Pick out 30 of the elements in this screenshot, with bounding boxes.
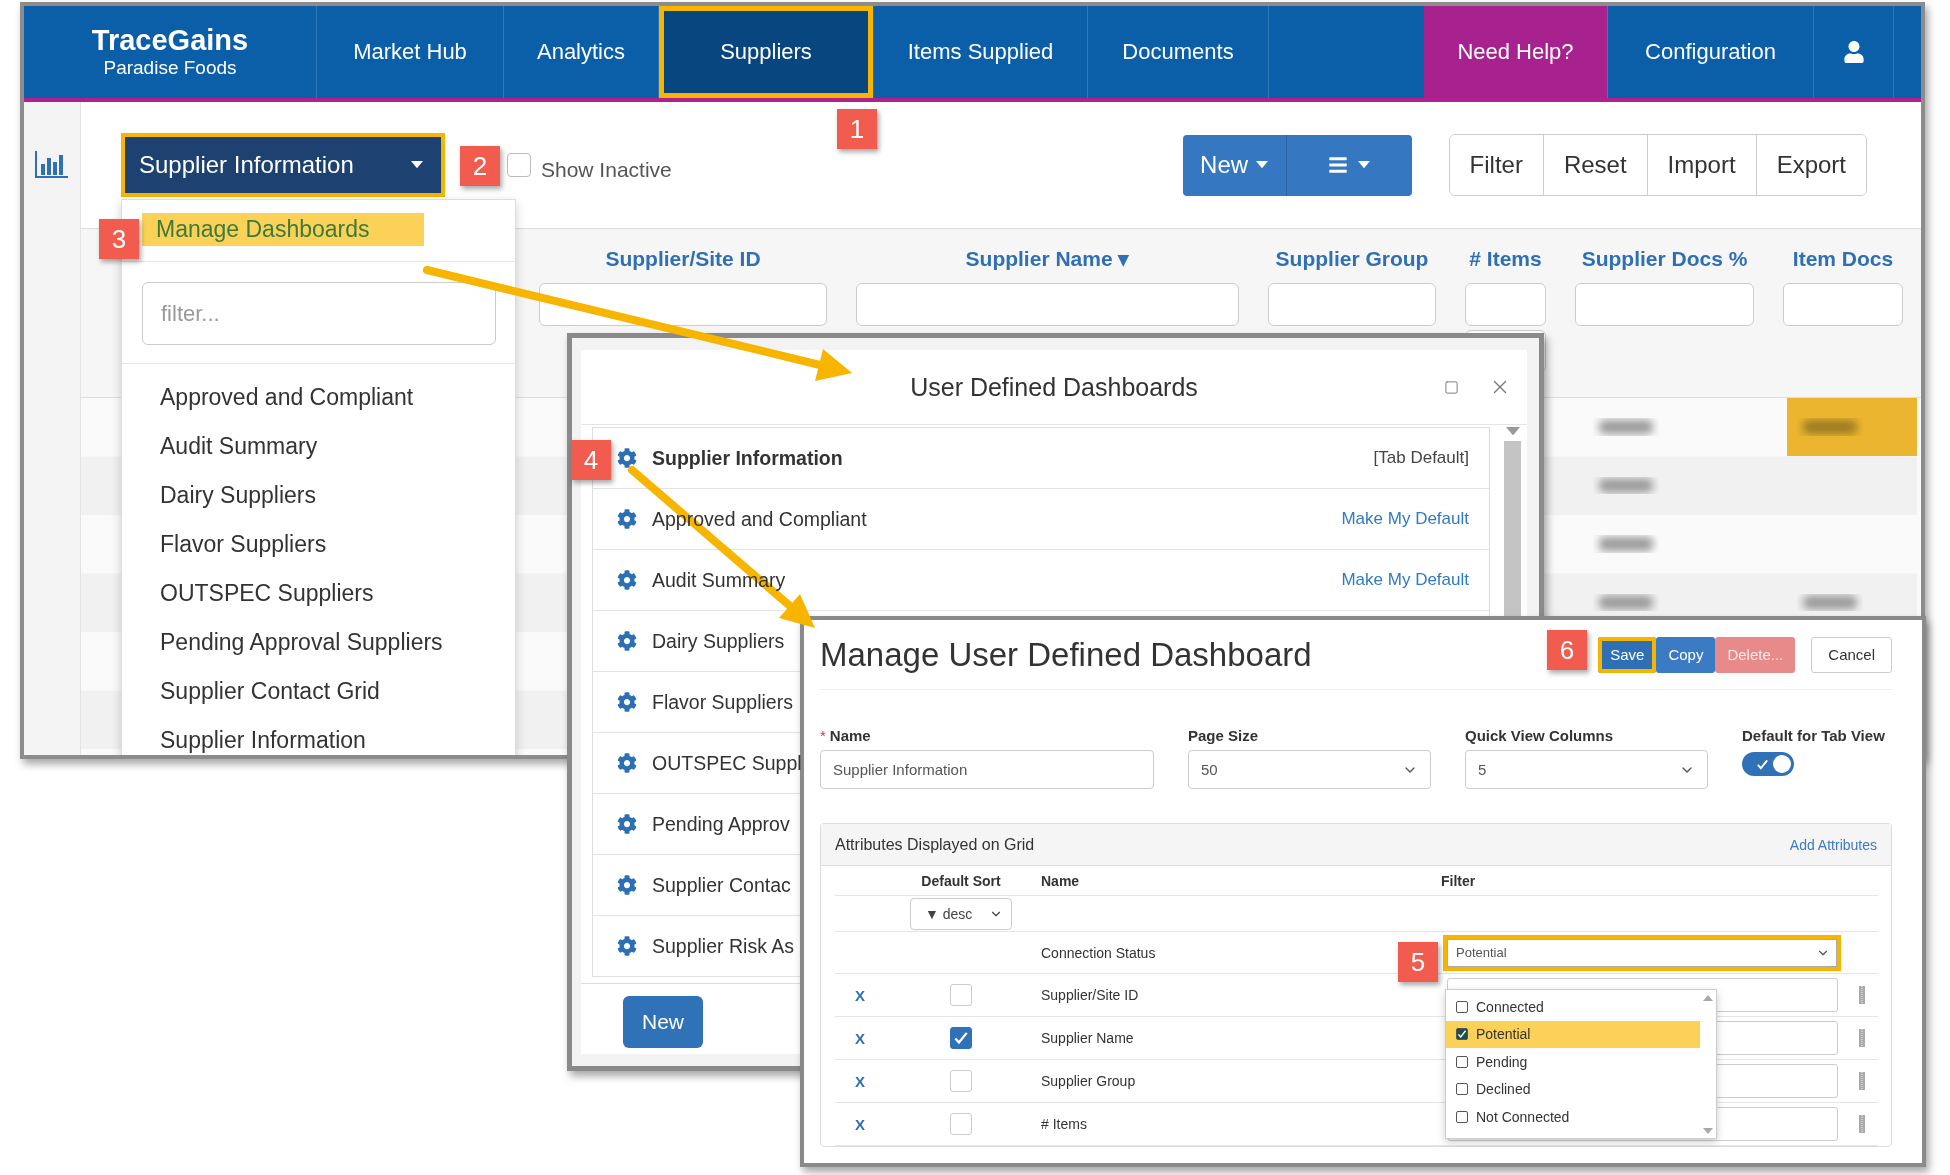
default-note: [Tab Default] — [1373, 448, 1469, 468]
attribute-name: Supplier Name — [1041, 1030, 1134, 1046]
step-badge: 2 — [460, 146, 500, 186]
step-badge: 1 — [837, 109, 877, 149]
dialog-title: Manage User Defined Dashboard — [820, 635, 1312, 674]
panel-title: Attributes Displayed on Grid — [835, 835, 1035, 854]
attribute-name: Supplier/Site ID — [1041, 987, 1139, 1003]
field-label: Default for Tab View — [1742, 727, 1886, 744]
step-badge: 4 — [571, 440, 611, 480]
logo-title: TraceGains — [91, 24, 249, 57]
dialog-title: User Defined Dashboards — [910, 372, 1198, 402]
option-label: Not Connected — [1476, 1108, 1570, 1125]
column-header: Filter — [1441, 872, 1476, 889]
option-label: Declined — [1476, 1081, 1531, 1098]
checkbox-label: Show Inactive — [541, 158, 672, 182]
field-label: Quick View Columns — [1465, 727, 1615, 744]
attribute-name: Connection Status — [1041, 944, 1156, 961]
option-label: Pending — [1476, 1053, 1528, 1070]
column-header: Default Sort — [921, 872, 1001, 889]
step-badge: 3 — [99, 219, 139, 259]
attribute-name: Supplier Group — [1041, 1073, 1136, 1089]
option-label: Connected — [1476, 998, 1544, 1015]
field-label: * Name — [820, 727, 872, 744]
logo-subtitle: Paradise Foods — [103, 56, 237, 80]
step-badge: 6 — [1547, 630, 1587, 670]
step-badge: 5 — [1398, 942, 1438, 982]
field-label: Page Size — [1188, 727, 1260, 744]
option-label: Potential — [1476, 1026, 1531, 1043]
attribute-name: # Items — [1041, 1116, 1087, 1132]
column-header: Name — [1041, 872, 1080, 889]
